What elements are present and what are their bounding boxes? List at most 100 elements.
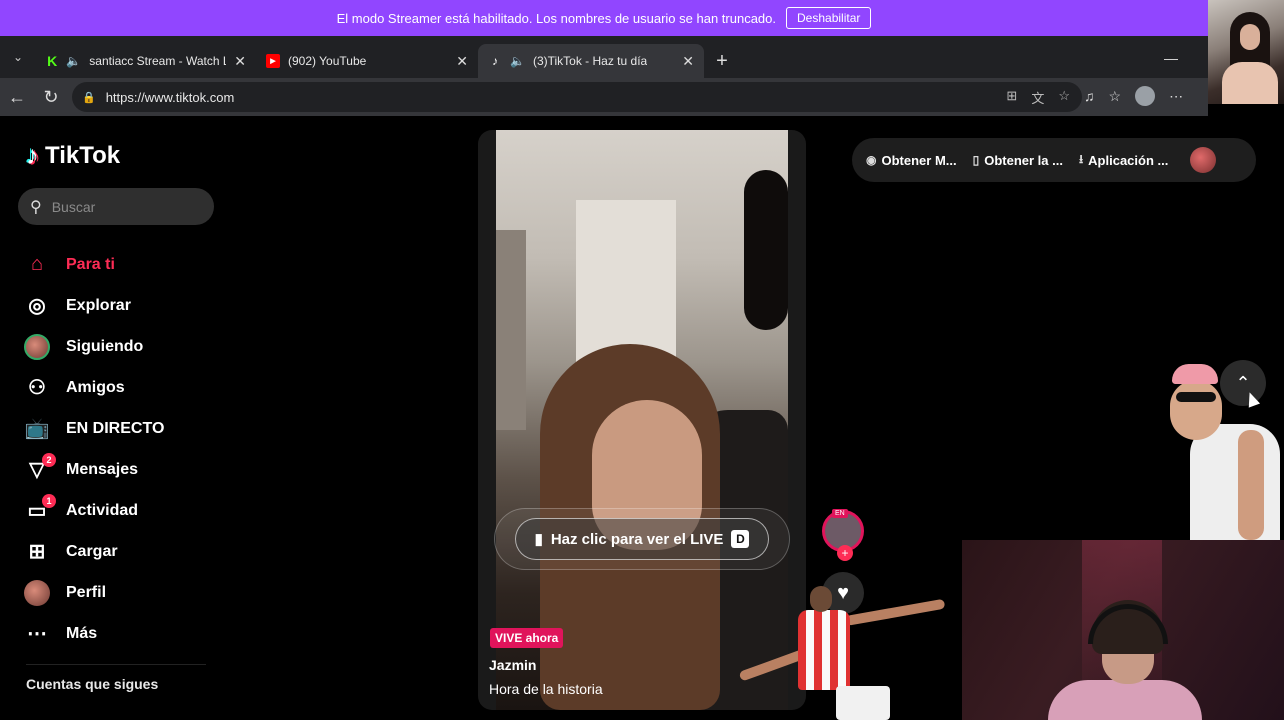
creator-avatar[interactable]: EN + [822, 509, 864, 561]
search-input[interactable]: ⚲ Buscar [18, 188, 214, 225]
close-tab-icon[interactable]: ✕ [682, 53, 694, 70]
tab-title: (902) YouTube [288, 54, 367, 68]
close-tab-icon[interactable]: ✕ [456, 53, 468, 70]
phone-icon: ▯ [972, 153, 980, 167]
sticker-arm [1238, 430, 1264, 540]
tab-youtube[interactable]: ▶ (902) YouTube ✕ [256, 44, 478, 78]
desktop-app-button[interactable]: ⭳ Aplicación ... [1079, 150, 1168, 171]
sidebar-item-perfil[interactable]: Perfil [24, 572, 164, 613]
toolbar-icons: ♫ ☆ ⋯ [1084, 86, 1183, 106]
sticker-shirt [1190, 424, 1280, 540]
sidebar-item-siguiendo[interactable]: Siguiendo [24, 326, 164, 367]
live-tag: EN [832, 509, 848, 518]
app-available-icon[interactable]: ⊞ [1006, 88, 1017, 107]
sidebar-item-mas[interactable]: ⋯ Más [24, 613, 164, 654]
download-icon: ⭳ [1078, 151, 1084, 166]
more-icon: ⋯ [27, 623, 47, 645]
following-avatar-icon [24, 333, 50, 360]
friends-icon: ⚇ [28, 377, 46, 399]
browser-toolbar: ← ↻ 🔒 https://www.tiktok.com ⊞ 文 ☆ ♫ ☆ ⋯ [0, 78, 1208, 116]
get-coins-button[interactable]: ◉ Obtener M... [866, 153, 957, 168]
speaker-icon[interactable]: 🔈 [66, 54, 81, 68]
back-icon[interactable]: ← [0, 80, 34, 114]
sidebar-item-en-directo[interactable]: 📺 EN DIRECTO [24, 408, 165, 449]
sidebar-item-label: Siguiendo [66, 337, 144, 355]
sticker-face [1170, 380, 1222, 440]
webcam-overlay-top [1208, 0, 1284, 104]
sidebar-item-explorar[interactable]: ◎ Explorar [24, 285, 164, 326]
speaker-icon[interactable]: 🔈 [510, 54, 525, 68]
profile-avatar-icon[interactable] [1135, 86, 1156, 106]
url-text: https://www.tiktok.com [105, 89, 235, 105]
sidebar-item-label: Explorar [66, 296, 131, 314]
sidebar-item-label: Más [66, 624, 98, 642]
streamer-mode-banner: El modo Streamer está habilitado. Los no… [0, 0, 1208, 36]
favorites-icon[interactable]: ☆ [1109, 88, 1122, 105]
sidebar-nav: ⌂ Para ti ◎ Explorar Siguiendo ⚇ Amigos … [24, 244, 164, 654]
search-placeholder: Buscar [51, 198, 96, 215]
disable-streamer-button[interactable]: Deshabilitar [786, 7, 872, 29]
signal-bars-icon: ▮ [534, 531, 543, 548]
close-tab-icon[interactable]: ✕ [234, 53, 246, 70]
tiktok-favicon-icon: ♪ [492, 54, 498, 68]
browser-tab-strip: ⌄ K 🔈 santiacc Stream - Watch Live ✕ ▶ (… [0, 36, 1208, 78]
top-actions-bar: ◉ Obtener M... ▯ Obtener la ... ⭳ Aplicació… [852, 138, 1256, 182]
new-tab-icon[interactable]: + [704, 44, 740, 78]
scene-person-hair [744, 170, 788, 330]
sidebar-item-label: Cargar [66, 542, 118, 560]
kick-favicon-icon: K [47, 53, 58, 69]
reload-icon[interactable]: ↻ [34, 80, 68, 114]
streamer-banner-message: El modo Streamer está habilitado. Los no… [336, 10, 776, 26]
search-icon: ⚲ [30, 198, 42, 216]
scene-door [496, 230, 526, 430]
watch-live-button[interactable]: ▮ Haz clic para ver el LIVE D [515, 518, 769, 560]
follow-plus-icon[interactable]: + [837, 545, 853, 561]
player-arm-right [845, 598, 946, 626]
activity-icon: ▭ 1 [24, 493, 56, 524]
sidebar-item-label: Perfil [66, 583, 107, 601]
sidebar-item-label: Actividad [66, 501, 139, 519]
home-icon: ⌂ [30, 253, 44, 275]
get-app-button[interactable]: ▯ Obtener la ... [973, 153, 1063, 168]
player-head [810, 586, 832, 612]
sidebar-item-amigos[interactable]: ⚇ Amigos [24, 367, 164, 408]
activity-badge: 1 [42, 493, 56, 508]
media-icon[interactable]: ♫ [1084, 88, 1095, 104]
more-menu-icon[interactable]: ⋯ [1169, 88, 1183, 105]
sidebar-item-para-ti[interactable]: ⌂ Para ti [24, 244, 164, 285]
upload-icon: ⊞ [28, 541, 46, 563]
tab-kick[interactable]: K 🔈 santiacc Stream - Watch Live ✕ [36, 44, 256, 78]
sticker-cap [1172, 364, 1218, 384]
tab-tiktok[interactable]: ♪ 🔈 (3)TikTok - Haz tu día ✕ [478, 44, 704, 78]
keyboard-shortcut-key: D [731, 530, 750, 548]
address-bar[interactable]: 🔒 https://www.tiktok.com ⊞ 文 ☆ [72, 82, 1082, 112]
watch-live-label: Haz clic para ver el LIVE [550, 530, 724, 548]
tab-title: (3)TikTok - Haz tu día [532, 54, 648, 68]
sidebar-item-mensajes[interactable]: ▽ 2 Mensajes [24, 449, 164, 490]
logo-text: TikTok [45, 141, 121, 169]
translate-icon[interactable]: 文 [1031, 88, 1044, 107]
favorite-star-icon[interactable]: ☆ [1058, 88, 1070, 107]
sidebar-item-label: Para ti [66, 255, 115, 273]
following-accounts-header: Cuentas que sigues [26, 676, 159, 692]
messages-badge: 2 [42, 452, 56, 467]
user-avatar[interactable] [1190, 147, 1217, 173]
sidebar-item-label: Amigos [66, 378, 125, 396]
desktop-app-label: Aplicación ... [1088, 152, 1169, 168]
tab-list-dropdown-icon[interactable]: ⌄ [0, 36, 36, 78]
minimize-icon[interactable]: — [1164, 50, 1178, 66]
sidebar-item-label: EN DIRECTO [66, 419, 165, 437]
sidebar-item-cargar[interactable]: ⊞ Cargar [24, 531, 164, 572]
sidebar-item-actividad[interactable]: ▭ 1 Actividad [24, 490, 164, 531]
webcam-overlay-streamer [962, 540, 1284, 720]
video-author[interactable]: Jazmin [489, 657, 536, 673]
live-now-badge: VIVE ahora [490, 628, 564, 648]
tiktok-logo[interactable]: ♪ TikTok [26, 140, 120, 171]
streamer-shirt [1048, 680, 1202, 720]
profile-avatar-icon [24, 579, 50, 606]
get-app-label: Obtener la ... [984, 152, 1063, 168]
profile-avatar [24, 579, 50, 606]
site-info-icon[interactable]: 🔒 [82, 91, 96, 104]
sidebar-divider [26, 664, 206, 665]
compass-icon: ◎ [28, 295, 46, 317]
